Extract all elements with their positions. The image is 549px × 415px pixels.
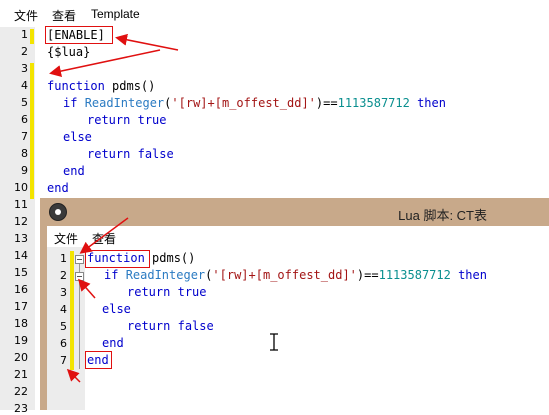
- line-number: 9: [21, 164, 28, 177]
- line-number: 7: [21, 130, 28, 143]
- fold-collapse-icon[interactable]: [75, 272, 84, 281]
- line-number: 21: [14, 368, 28, 381]
- menu-view[interactable]: 查看: [52, 7, 76, 24]
- line-number: 5: [60, 320, 67, 333]
- number-token: 1113587712: [378, 268, 451, 282]
- code-text: {$lua}: [47, 45, 91, 59]
- fold-guide: [79, 264, 80, 272]
- keyword-token: else: [102, 302, 131, 316]
- keyword-token: then: [417, 96, 446, 110]
- keyword-token: then: [458, 268, 487, 282]
- menu-file[interactable]: 文件: [14, 7, 38, 24]
- code-text: )==: [356, 268, 379, 282]
- menubar: 文件 查看 Template: [0, 0, 549, 27]
- keyword-token: if: [104, 268, 119, 282]
- keyword-token: end: [102, 336, 124, 350]
- line-number: 12: [14, 215, 28, 228]
- line-number: 10: [14, 181, 28, 194]
- submenu-view[interactable]: 查看: [92, 230, 116, 247]
- sub-code-line-6: end: [102, 336, 124, 350]
- subwindow-line-gutter: 1 2 3 4 5 6 7: [47, 247, 85, 410]
- code-text: pdms(): [104, 79, 156, 93]
- code-line-6: return true: [87, 113, 167, 127]
- keyword-token: end: [63, 164, 85, 178]
- line-number: 4: [60, 303, 67, 316]
- keyword-token: if: [63, 96, 78, 110]
- line-number: 14: [14, 249, 28, 262]
- change-marker: [70, 251, 74, 370]
- submenu-file[interactable]: 文件: [54, 230, 78, 247]
- keyword-token: false: [137, 147, 174, 161]
- number-token: 1113587712: [337, 96, 410, 110]
- fold-collapse-icon[interactable]: [75, 255, 84, 264]
- line-number: 4: [21, 79, 28, 92]
- function-token: ReadInteger: [84, 96, 165, 110]
- function-token: ReadInteger: [125, 268, 206, 282]
- line-number: 2: [21, 45, 28, 58]
- code-line-8: return false: [87, 147, 174, 161]
- line-number: 20: [14, 351, 28, 364]
- keyword-token: return: [87, 147, 131, 161]
- line-number: 2: [60, 269, 67, 282]
- menu-template[interactable]: Template: [91, 7, 140, 21]
- sub-code-line-5: return false: [127, 319, 214, 333]
- subwindow-menubar: 文件 查看: [47, 226, 549, 247]
- line-number: 3: [60, 286, 67, 299]
- fold-guide: [79, 281, 80, 369]
- line-number: 17: [14, 300, 28, 313]
- line-number: 23: [14, 402, 28, 415]
- string-token: '[rw]+[m_offest_dd]': [212, 268, 357, 282]
- line-number: 22: [14, 385, 28, 398]
- line-number: 18: [14, 317, 28, 330]
- keyword-token: true: [177, 285, 207, 299]
- line-number: 16: [14, 283, 28, 296]
- line-number: 7: [60, 354, 67, 367]
- code-text: )==: [315, 96, 338, 110]
- keyword-token: end: [47, 181, 69, 195]
- line-number: 19: [14, 334, 28, 347]
- keyword-token: function: [47, 79, 105, 93]
- line-number: 11: [14, 198, 28, 211]
- code-text: pdms(): [144, 251, 196, 265]
- line-number: 6: [21, 113, 28, 126]
- line-number: 15: [14, 266, 28, 279]
- line-number: 8: [21, 147, 28, 160]
- keyword-token: else: [63, 130, 92, 144]
- annotation-box: [45, 26, 113, 44]
- sub-code-line-4: else: [102, 302, 131, 316]
- keyword-token: false: [177, 319, 214, 333]
- keyword-token: return: [127, 285, 171, 299]
- change-marker: [30, 63, 34, 199]
- code-line-5: if ReadInteger('[rw]+[m_offest_dd]')==11…: [63, 96, 446, 110]
- text-cursor-icon: [270, 333, 278, 351]
- code-line-9: end: [63, 164, 85, 178]
- annotation-box: [85, 250, 150, 268]
- annotation-box: [85, 351, 112, 369]
- keyword-token: true: [137, 113, 167, 127]
- subwindow-title: Lua 脚本: CT表: [398, 208, 487, 223]
- code-line-7: else: [63, 130, 92, 144]
- line-number: 3: [21, 62, 28, 75]
- code-line-10: end: [47, 181, 69, 195]
- line-number: 5: [21, 96, 28, 109]
- subwindow-titlebar[interactable]: Lua 脚本: CT表: [40, 198, 549, 226]
- code-line-2: {$lua}: [47, 45, 90, 59]
- sub-code-line-2: if ReadInteger('[rw]+[m_offest_dd]')==11…: [104, 268, 487, 282]
- line-number: 6: [60, 337, 67, 350]
- keyword-token: return: [87, 113, 131, 127]
- lua-script-window: Lua 脚本: CT表 文件 查看 1 2 3 4 5 6 7 function…: [40, 198, 549, 410]
- line-number: 1: [60, 252, 67, 265]
- code-line-4: function pdms(): [47, 79, 155, 93]
- line-number: 1: [21, 28, 28, 41]
- change-marker: [30, 29, 34, 44]
- keyword-token: return: [127, 319, 171, 333]
- sub-code-line-3: return true: [127, 285, 207, 299]
- gear-icon: [49, 203, 67, 221]
- line-number: 13: [14, 232, 28, 245]
- string-token: '[rw]+[m_offest_dd]': [171, 96, 316, 110]
